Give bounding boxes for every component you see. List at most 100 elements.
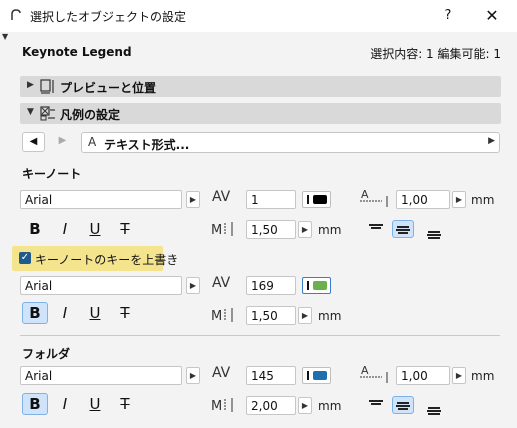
bold-button[interactable]: B	[22, 393, 48, 415]
size-unit: mm	[318, 399, 342, 413]
strikethrough-button[interactable]: T	[112, 218, 138, 240]
keynote-pen-field[interactable]: 1	[246, 190, 296, 209]
previous-button[interactable]: ◀	[22, 132, 45, 152]
align-bottom-button[interactable]	[424, 224, 446, 242]
underline-button[interactable]: U	[82, 302, 108, 324]
align-center-button[interactable]	[392, 396, 414, 414]
collapse-arrow-icon[interactable]: ▼	[2, 32, 8, 41]
size-value: 2,00	[251, 399, 278, 413]
override-size-arrow[interactable]: ▶	[298, 307, 312, 324]
keynote-pen-color[interactable]	[302, 191, 331, 208]
text-style-icon: A	[88, 135, 97, 149]
svg-text:M: M	[211, 399, 222, 414]
pen-icon: AV	[212, 365, 231, 381]
dialog-heading: Keynote Legend	[22, 45, 132, 59]
override-font-arrow[interactable]: ▶	[186, 277, 200, 294]
title-bar: 選択したオブジェクトの設定 ? ✕	[0, 0, 517, 32]
keynote-size-arrow[interactable]: ▶	[298, 221, 312, 238]
folder-font-field[interactable]: Arial	[20, 366, 182, 385]
font-value: Arial	[25, 193, 53, 207]
italic-button[interactable]: I	[52, 218, 78, 240]
text-style-dropdown[interactable]: A テキスト形式... ▶	[81, 132, 500, 153]
close-button[interactable]: ✕	[480, 5, 504, 27]
underline-button[interactable]: U	[82, 218, 108, 240]
dropdown-arrow-icon: ▶	[488, 136, 495, 146]
section-divider	[20, 335, 500, 336]
pen-color-swatch	[313, 371, 327, 380]
next-button[interactable]: ▶	[51, 132, 74, 152]
override-size-field[interactable]: 1,50	[246, 306, 296, 325]
selection-status: 選択内容: 1 編集可能: 1	[370, 47, 501, 61]
pen-bar-icon	[307, 371, 309, 380]
size-unit: mm	[318, 223, 342, 237]
pen-color-swatch	[313, 281, 327, 290]
pen-color-swatch	[313, 195, 327, 204]
section-preview-position[interactable]: ▶ プレビューと位置	[20, 76, 501, 97]
svg-text:M: M	[211, 223, 222, 238]
override-pen-field[interactable]: 169	[246, 276, 296, 295]
pen-icon: AV	[212, 189, 231, 205]
collapse-triangle-icon: ▼	[27, 107, 34, 117]
window-icon	[11, 9, 21, 20]
size-unit: mm	[318, 309, 342, 323]
preview-position-icon	[40, 79, 54, 94]
font-value: Arial	[25, 369, 53, 383]
width-factor-icon: A	[360, 364, 388, 383]
folder-font-arrow[interactable]: ▶	[186, 367, 200, 384]
section-label: 凡例の設定	[60, 108, 121, 122]
text-size-icon: M	[211, 398, 233, 414]
override-key-checkbox[interactable]: ✓	[19, 252, 31, 264]
width-unit: mm	[471, 369, 495, 383]
pen-value: 145	[251, 369, 274, 383]
folder-pen-field[interactable]: 145	[246, 366, 296, 385]
pen-bar-icon	[307, 195, 309, 204]
folder-width-field[interactable]: 1,00	[396, 366, 450, 385]
italic-button[interactable]: I	[52, 393, 78, 415]
bold-button[interactable]: B	[22, 302, 48, 324]
align-top-button[interactable]	[365, 396, 387, 414]
legend-settings-icon	[40, 106, 55, 121]
width-factor-icon: A	[360, 188, 388, 207]
keynote-width-field[interactable]: 1,00	[396, 190, 450, 209]
pen-bar-icon	[307, 281, 309, 290]
align-center-button[interactable]	[392, 220, 414, 238]
strikethrough-button[interactable]: T	[112, 393, 138, 415]
keynote-width-arrow[interactable]: ▶	[452, 191, 466, 208]
keynote-size-field[interactable]: 1,50	[246, 220, 296, 239]
svg-text:A: A	[361, 188, 369, 201]
section-label: プレビューと位置	[60, 81, 157, 95]
folder-size-field[interactable]: 2,00	[246, 396, 296, 415]
width-value: 1,00	[401, 369, 428, 383]
text-size-icon: M	[211, 222, 233, 238]
font-value: Arial	[25, 279, 53, 293]
window-title: 選択したオブジェクトの設定	[30, 10, 187, 24]
bold-button[interactable]: B	[22, 218, 48, 240]
underline-button[interactable]: U	[82, 393, 108, 415]
override-font-field[interactable]: Arial	[20, 276, 182, 295]
text-style-label: テキスト形式...	[104, 138, 190, 152]
italic-button[interactable]: I	[52, 302, 78, 324]
pen-value: 1	[251, 193, 259, 207]
svg-text:M: M	[211, 309, 222, 324]
svg-text:A: A	[361, 364, 369, 377]
keynote-font-field[interactable]: Arial	[20, 190, 182, 209]
override-key-checkbox-row[interactable]: ✓ キーノートのキーを上書き	[12, 246, 178, 271]
align-bottom-button[interactable]	[424, 400, 446, 418]
folder-size-arrow[interactable]: ▶	[298, 397, 312, 414]
override-key-label: キーノートのキーを上書き	[35, 253, 179, 267]
pen-icon: AV	[212, 275, 231, 291]
size-value: 1,50	[251, 309, 278, 323]
folder-width-arrow[interactable]: ▶	[452, 367, 466, 384]
expand-triangle-icon: ▶	[27, 80, 34, 90]
keynote-title: キーノート	[22, 167, 82, 181]
align-top-button[interactable]	[365, 220, 387, 238]
help-button[interactable]: ?	[436, 5, 460, 27]
keynote-font-arrow[interactable]: ▶	[186, 191, 200, 208]
strikethrough-button[interactable]: T	[112, 302, 138, 324]
width-value: 1,00	[401, 193, 428, 207]
folder-title: フォルダ	[22, 347, 71, 361]
section-legend-settings[interactable]: ▼ 凡例の設定	[20, 103, 501, 124]
override-pen-color[interactable]	[302, 277, 331, 294]
folder-pen-color[interactable]	[302, 367, 331, 384]
width-unit: mm	[471, 193, 495, 207]
